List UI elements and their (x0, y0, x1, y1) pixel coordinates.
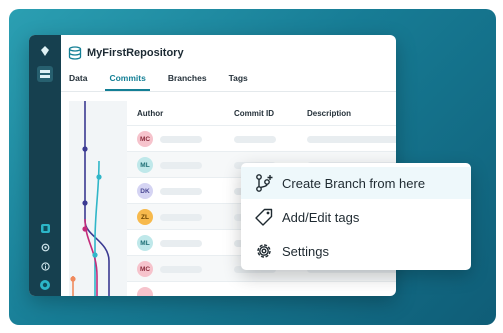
author-placeholder (160, 136, 202, 143)
author-placeholder (160, 188, 202, 195)
commit-node (82, 200, 88, 206)
menu-item-settings[interactable]: Settings (241, 235, 471, 267)
author-avatar: ZL (137, 209, 153, 225)
table-row[interactable] (127, 281, 396, 296)
tag-icon (255, 208, 273, 226)
commit-context-menu: Create Branch from here Add/Edit tags Se… (241, 163, 471, 270)
tab-tags[interactable]: Tags (229, 73, 248, 91)
commit-node (92, 252, 98, 258)
logo-icon (37, 43, 53, 59)
tab-bar: Data Commits Branches Tags (69, 73, 248, 91)
settings-nav-icon[interactable] (37, 239, 53, 255)
database-nav-icon[interactable] (37, 66, 53, 82)
user-avatar-icon[interactable] (37, 277, 53, 293)
help-nav-icon[interactable] (37, 220, 53, 236)
table-header: Author Commit ID Description (127, 101, 396, 125)
author-avatar: DK (137, 183, 153, 199)
menu-item-label: Create Branch from here (282, 175, 426, 191)
menu-item-label: Add/Edit tags (282, 209, 360, 225)
author-placeholder (160, 214, 202, 221)
tab-data[interactable]: Data (69, 73, 87, 91)
repository-name: MyFirstRepository (87, 47, 184, 59)
author-avatar-partial (137, 287, 153, 296)
commit-node (96, 174, 102, 180)
author-avatar: ML (137, 235, 153, 251)
column-author: Author (137, 109, 164, 118)
menu-item-create-branch[interactable]: Create Branch from here (241, 167, 471, 199)
description-placeholder (307, 136, 396, 143)
git-branch-plus-icon (256, 174, 273, 192)
column-commit-id: Commit ID (234, 109, 274, 118)
table-row[interactable]: MC (127, 125, 396, 151)
commit-graph (69, 101, 127, 296)
commit-id-placeholder (234, 136, 276, 143)
author-placeholder (160, 240, 202, 247)
tab-divider (61, 91, 396, 92)
repository-title: MyFirstRepository (68, 46, 184, 60)
author-placeholder (160, 266, 202, 273)
side-rail (29, 35, 61, 296)
commit-node (82, 226, 88, 232)
commit-node (82, 146, 88, 152)
author-avatar: ML (137, 157, 153, 173)
author-placeholder (160, 162, 202, 169)
gear-icon (257, 244, 271, 258)
author-avatar: MC (137, 131, 153, 147)
tab-branches[interactable]: Branches (168, 73, 207, 91)
column-description: Description (307, 109, 352, 118)
menu-item-add-edit-tags[interactable]: Add/Edit tags (241, 201, 471, 233)
author-avatar: MC (137, 261, 153, 277)
menu-item-label: Settings (282, 243, 329, 259)
info-nav-icon[interactable] (37, 258, 53, 274)
database-icon (68, 46, 82, 60)
commit-node (70, 276, 76, 282)
tab-commits[interactable]: Commits (105, 73, 151, 91)
